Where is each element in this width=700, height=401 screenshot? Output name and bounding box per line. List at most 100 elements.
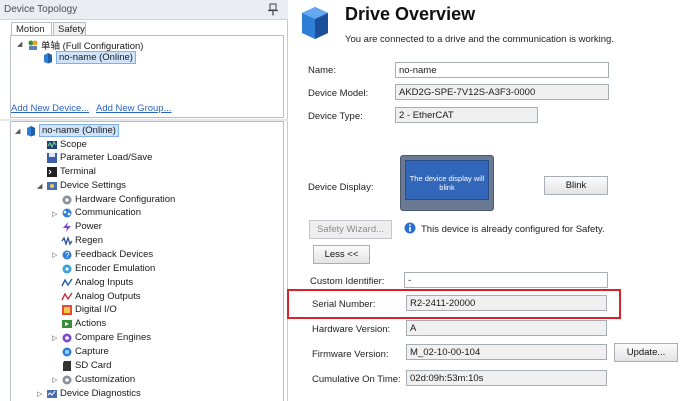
svg-text:?: ?: [65, 251, 70, 260]
group-icon: [28, 40, 38, 50]
diagnostics-icon: [47, 389, 57, 398]
device-topology-panel: Device Topology Motion Safety ◢ 单轴 (Full…: [0, 0, 288, 401]
actions-icon: [62, 319, 72, 328]
terminal-icon: [47, 166, 57, 177]
tree-label-compare-engines: Compare Engines: [75, 332, 152, 343]
tree-label-encoder-emulation: Encoder Emulation: [75, 263, 156, 274]
tree-label-actions: Actions: [75, 318, 107, 329]
tree-item-device-online[interactable]: no-name (Online): [42, 51, 136, 64]
firmware-version-label: Firmware Version:: [312, 349, 389, 360]
tree-item-sd-card[interactable]: SD Card: [61, 359, 111, 372]
device-model-field: AKD2G-SPE-7V12S-A3F3-0000: [395, 84, 609, 100]
hardware-version-label: Hardware Version:: [312, 324, 391, 335]
tree-item-device-diagnostics[interactable]: Device Diagnostics: [46, 387, 141, 400]
tree-label-regen: Regen: [75, 235, 103, 246]
tree-label-terminal: Terminal: [60, 166, 96, 177]
less-button[interactable]: Less <<: [313, 245, 370, 264]
tree-item-parameter-load-save[interactable]: Parameter Load/Save: [46, 151, 152, 164]
power-icon: [63, 221, 71, 232]
tree-label-customization: Customization: [75, 374, 136, 385]
tree-item-capture[interactable]: Capture: [61, 345, 109, 358]
safety-note: This device is already configured for Sa…: [421, 224, 605, 235]
device-model-label: Device Model:: [308, 88, 369, 99]
add-new-device-link[interactable]: Add New Device...: [11, 103, 89, 114]
collapse-arrow-icon[interactable]: ◢: [17, 40, 22, 48]
name-label: Name:: [308, 65, 336, 76]
tree-label-device-settings: Device Settings: [60, 180, 127, 191]
tree-label-hardware-configuration: Hardware Configuration: [75, 194, 176, 205]
add-new-group-link[interactable]: Add New Group...: [96, 103, 172, 114]
cumulative-on-time-field: 02d:09h:53m:10s: [406, 370, 607, 386]
tree-item-scope[interactable]: Scope: [46, 138, 87, 151]
tree-item-actions[interactable]: Actions: [61, 317, 106, 330]
firmware-version-field: M_02-10-00-104: [406, 344, 607, 360]
tab-motion[interactable]: Motion: [11, 22, 52, 36]
tree-item-customization[interactable]: Customization: [61, 373, 135, 386]
tree-item-communication[interactable]: Communication: [61, 206, 141, 219]
tree-label-analog-inputs: Analog Inputs: [75, 277, 134, 288]
tree-item-configuration[interactable]: 单轴 (Full Configuration): [27, 38, 144, 52]
capture-icon: [62, 347, 72, 356]
customization-icon: [62, 375, 72, 384]
save-icon: [47, 152, 57, 163]
info-icon: [404, 222, 416, 234]
panel-header: Device Topology: [0, 0, 288, 20]
expand-arrow-icon[interactable]: ▷: [52, 251, 57, 259]
tree-item-encoder-emulation[interactable]: Encoder Emulation: [61, 262, 155, 275]
digital-io-icon: [62, 304, 72, 315]
name-field[interactable]: no-name: [395, 62, 609, 78]
collapse-arrow-icon[interactable]: ◢: [15, 127, 20, 135]
gear-icon: [62, 195, 72, 204]
page-title: Drive Overview: [345, 4, 476, 24]
tree-item-root[interactable]: no-name (Online): [25, 124, 119, 137]
tree-label-capture: Capture: [75, 346, 109, 357]
safety-wizard-button[interactable]: Safety Wizard...: [309, 220, 392, 239]
expand-arrow-icon[interactable]: ▷: [52, 334, 57, 342]
custom-identifier-field[interactable]: -: [404, 272, 608, 288]
device-type-field: 2 - EtherCAT: [395, 107, 538, 123]
tree-label-device-diagnostics: Device Diagnostics: [60, 388, 141, 399]
tree-label-digital-io: Digital I/O: [75, 304, 117, 315]
expand-arrow-icon[interactable]: ▷: [52, 210, 57, 218]
tree-item-analog-inputs[interactable]: Analog Inputs: [61, 276, 133, 289]
hardware-version-field: A: [406, 320, 607, 336]
collapse-arrow-icon[interactable]: ◢: [37, 182, 42, 190]
tree-label-scope: Scope: [60, 139, 87, 150]
sd-card-icon: [63, 360, 71, 371]
configuration-label: 单轴 (Full Configuration): [41, 40, 144, 52]
tree-item-regen[interactable]: Regen: [61, 234, 103, 247]
custom-identifier-label: Custom Identifier:: [310, 276, 385, 287]
tree-item-device-settings[interactable]: Device Settings: [46, 179, 126, 192]
tree-item-analog-outputs[interactable]: Analog Outputs: [61, 290, 141, 303]
drive-logo-icon: [302, 7, 328, 39]
device-type-label: Device Type:: [308, 111, 363, 122]
feedback-icon: ?: [62, 250, 72, 260]
tab-safety[interactable]: Safety: [53, 22, 86, 36]
panel-title: Device Topology: [4, 4, 78, 15]
expand-arrow-icon[interactable]: ▷: [52, 376, 57, 384]
blink-button[interactable]: Blink: [544, 176, 608, 195]
tree-item-digital-io[interactable]: Digital I/O: [61, 303, 117, 316]
tree-label-feedback-devices: Feedback Devices: [75, 249, 154, 260]
connection-status-text: You are connected to a drive and the com…: [345, 34, 614, 45]
analog-input-icon: [61, 278, 73, 286]
analog-output-icon: [61, 292, 73, 300]
serial-number-highlight: [287, 289, 621, 319]
tree-item-compare-engines[interactable]: Compare Engines: [61, 331, 151, 344]
tree-label-power: Power: [75, 221, 102, 232]
drive-icon: [44, 52, 52, 63]
tree-label-parameter-load-save: Parameter Load/Save: [60, 152, 153, 163]
device-display-screen: The device display will blink: [405, 160, 489, 200]
tree-root-label: no-name (Online): [39, 124, 119, 137]
device-display-label: Device Display:: [308, 182, 374, 193]
cumulative-on-time-label: Cumulative On Time:: [312, 374, 401, 385]
tree-item-power[interactable]: Power: [61, 220, 102, 233]
pin-icon[interactable]: [267, 3, 279, 16]
communication-icon: [62, 208, 72, 217]
tree-item-terminal[interactable]: Terminal: [46, 165, 96, 178]
tree-item-hardware-configuration[interactable]: Hardware Configuration: [61, 193, 175, 206]
scope-icon: [47, 140, 57, 149]
expand-arrow-icon[interactable]: ▷: [37, 390, 42, 398]
tree-item-feedback-devices[interactable]: ? Feedback Devices: [61, 248, 153, 261]
update-firmware-button[interactable]: Update...: [614, 343, 678, 362]
